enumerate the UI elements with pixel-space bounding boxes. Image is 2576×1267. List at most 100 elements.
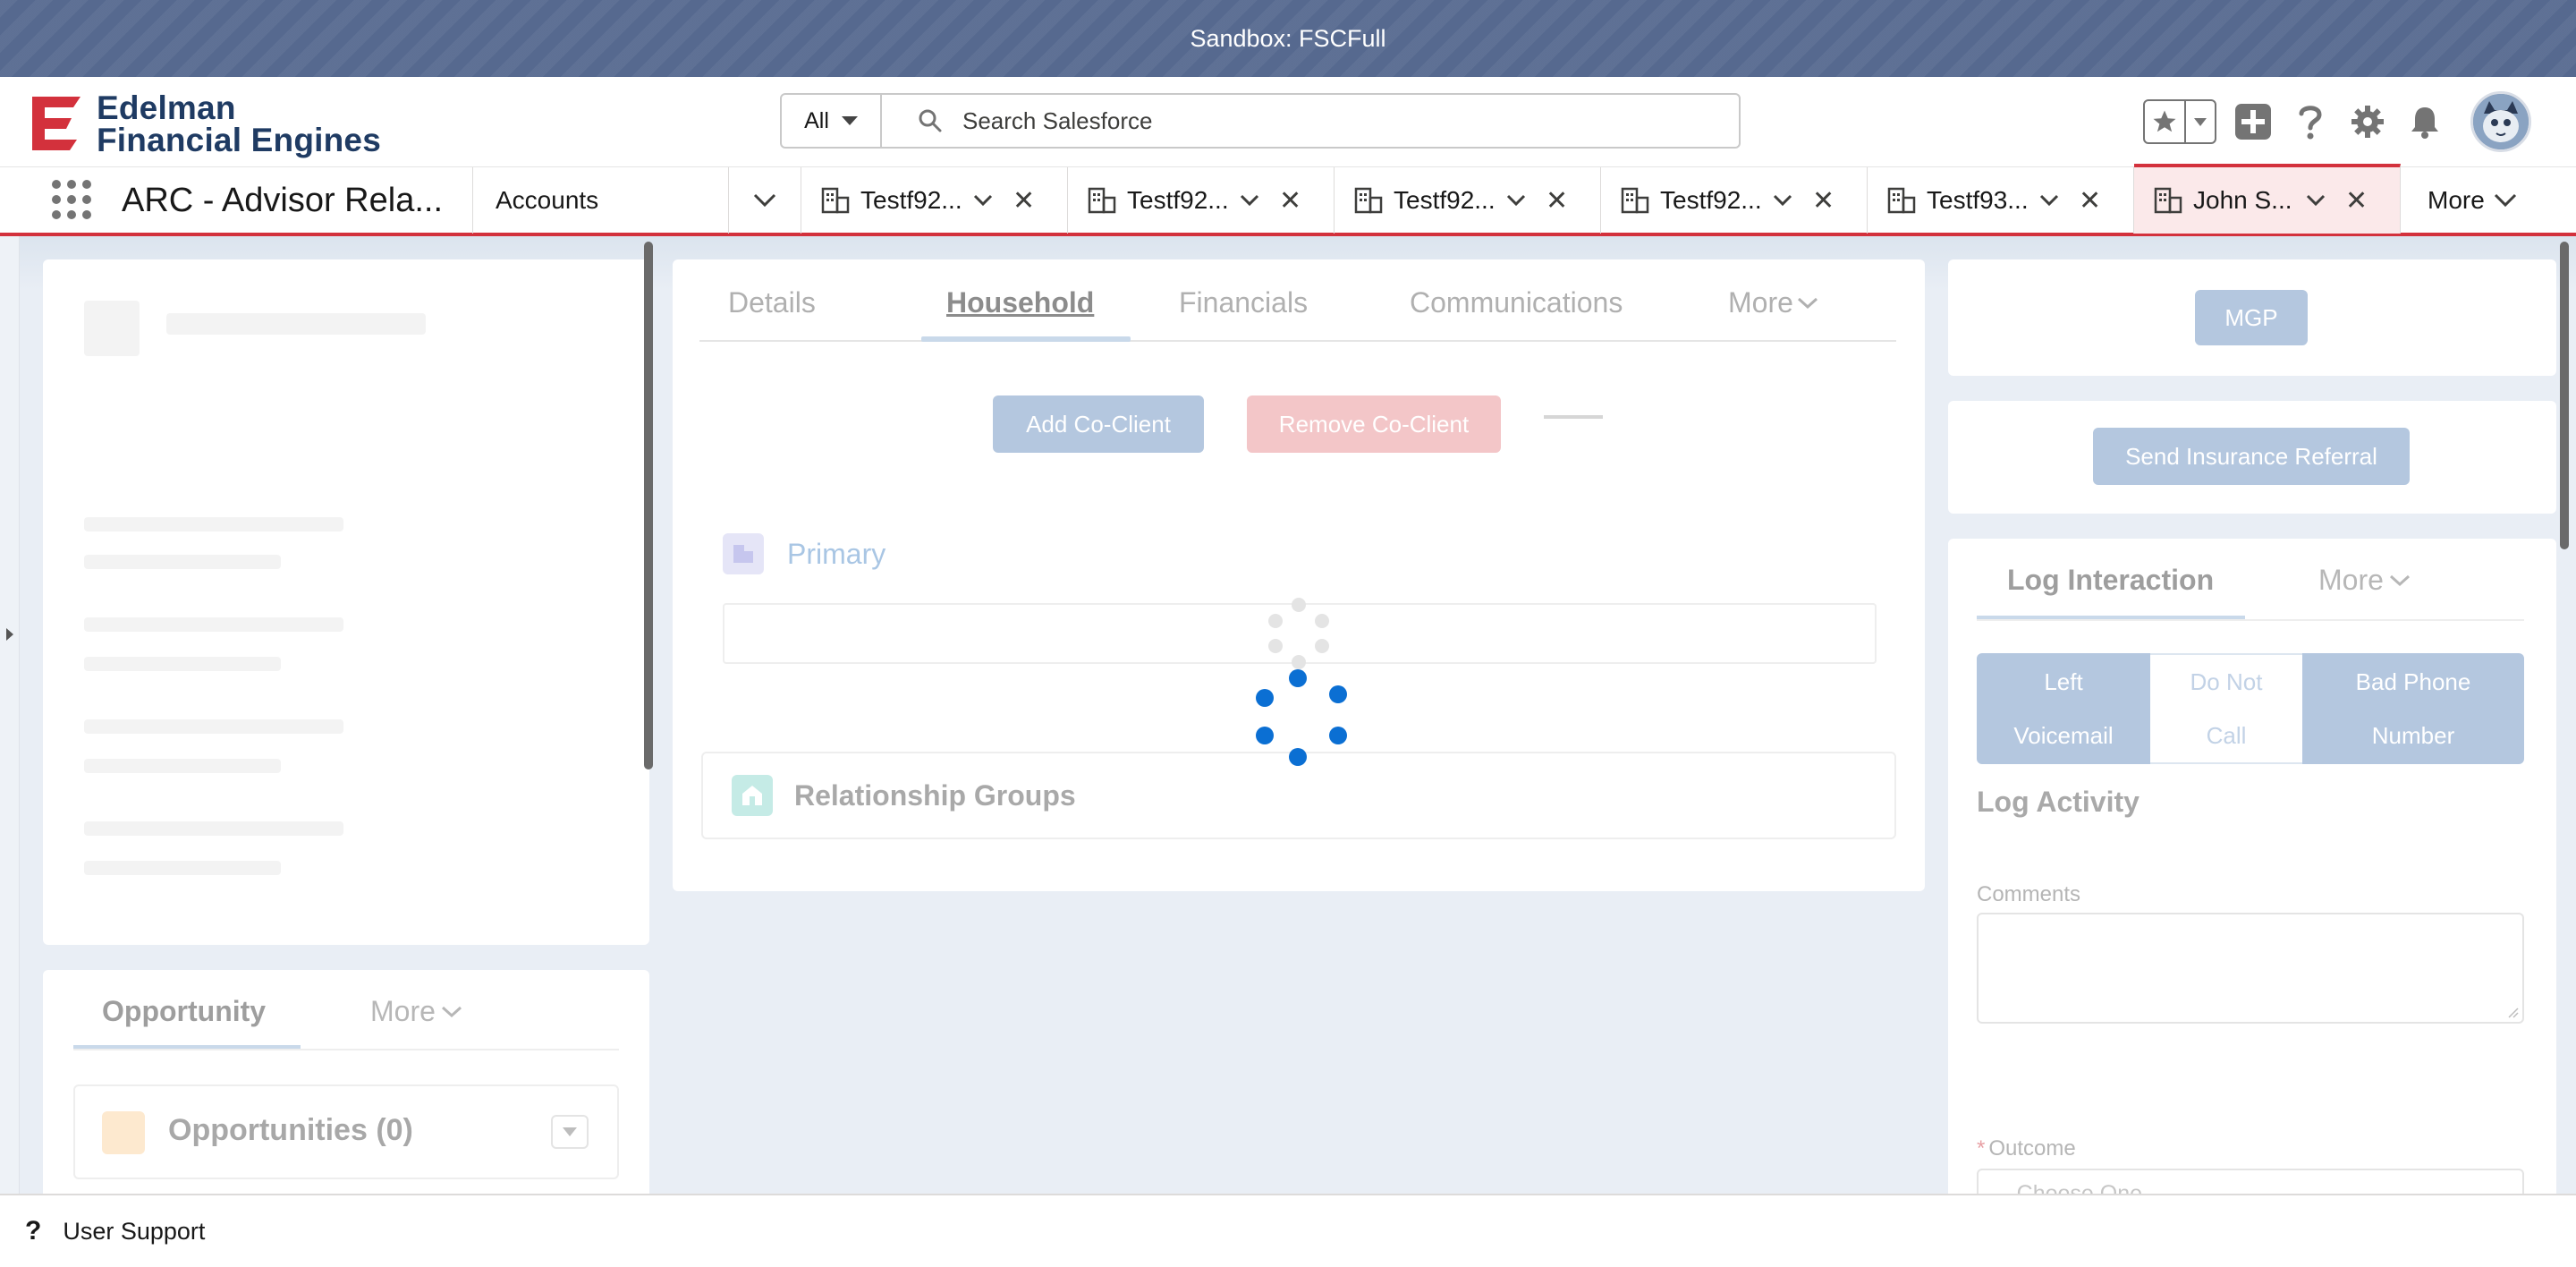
tab-communications[interactable]: Communications bbox=[1410, 286, 1623, 319]
skeleton-line bbox=[84, 861, 281, 875]
expand-arrow-icon[interactable] bbox=[6, 628, 13, 641]
user-support-link[interactable]: User Support bbox=[63, 1218, 205, 1246]
remove-co-client-button[interactable]: Remove Co-Client bbox=[1247, 395, 1501, 453]
help-icon[interactable]: ? bbox=[25, 1216, 41, 1246]
chevron-down-icon bbox=[753, 193, 775, 208]
help-icon[interactable] bbox=[2290, 101, 2331, 142]
close-icon[interactable]: ✕ bbox=[1812, 185, 1835, 217]
chevron-down-icon[interactable] bbox=[2039, 194, 2059, 207]
tab-household[interactable]: Household bbox=[946, 286, 1094, 319]
left-rail[interactable] bbox=[0, 236, 20, 1194]
primary-label: Primary bbox=[787, 537, 886, 570]
close-icon[interactable]: ✕ bbox=[1013, 185, 1035, 217]
bad-phone-number-line1: Bad Phone bbox=[2355, 668, 2471, 695]
record-tabs: Details Household Financials Communicati… bbox=[699, 270, 1896, 342]
resize-handle-icon[interactable] bbox=[2506, 1006, 2519, 1018]
workspace-tab-active[interactable]: John S... ✕ bbox=[2134, 164, 2401, 234]
add-co-client-button[interactable]: Add Co-Client bbox=[993, 395, 1204, 453]
relationship-groups-label: Relationship Groups bbox=[794, 778, 1076, 812]
chevron-down-icon[interactable] bbox=[1506, 194, 1526, 207]
placeholder-dash bbox=[1544, 415, 1603, 419]
nav-item-accounts-label: Accounts bbox=[496, 186, 599, 214]
tab-more[interactable]: More bbox=[1728, 286, 1818, 319]
comments-field[interactable] bbox=[1977, 913, 2524, 1024]
chevron-down-icon[interactable] bbox=[1240, 194, 1259, 207]
do-not-call-button[interactable]: Do Not Call bbox=[2150, 653, 2302, 764]
favorites-list-icon[interactable] bbox=[2186, 116, 2215, 127]
log-activity-heading: Log Activity bbox=[1977, 786, 2140, 818]
workspace-tab-label: Testf92... bbox=[860, 186, 962, 214]
workspace-tab-label: Testf92... bbox=[1394, 186, 1496, 214]
skeleton-line bbox=[84, 517, 343, 531]
log-interaction-card: Log Interaction More Left Voicemail Do N… bbox=[1948, 539, 2556, 1194]
left-scrollbar[interactable] bbox=[644, 242, 653, 770]
tab-more-label: More bbox=[2318, 564, 2384, 596]
tab-details[interactable]: Details bbox=[728, 286, 816, 319]
nav-accounts-dropdown[interactable] bbox=[728, 167, 801, 234]
notifications-bell-icon[interactable] bbox=[2404, 101, 2445, 142]
left-voicemail-button[interactable]: Left Voicemail bbox=[1977, 653, 2150, 764]
workspace-tab[interactable]: Testf93... ✕ bbox=[1868, 167, 2134, 234]
relationship-groups-icon bbox=[732, 775, 773, 816]
opportunities-related-list: Opportunities (0) bbox=[73, 1084, 619, 1179]
record-workspace: Opportunity More Opportunities (0) Detai… bbox=[0, 236, 2576, 1194]
outcome-label: Outcome bbox=[1988, 1136, 2076, 1161]
right-scrollbar[interactable] bbox=[2560, 242, 2569, 549]
tab-more[interactable]: More bbox=[370, 995, 462, 1028]
close-icon[interactable]: ✕ bbox=[1546, 185, 1568, 217]
tab-financials[interactable]: Financials bbox=[1179, 286, 1308, 319]
chevron-down-icon bbox=[1797, 297, 1818, 309]
opportunities-title[interactable]: Opportunities (0) bbox=[168, 1113, 413, 1148]
tab-log-interaction[interactable]: Log Interaction bbox=[2007, 564, 2214, 597]
navigation-bar: ARC - Advisor Rela... Accounts Testf92..… bbox=[0, 164, 2576, 236]
primary-section-title: Primary bbox=[723, 533, 886, 574]
search-scope-select[interactable]: All bbox=[782, 95, 882, 147]
close-icon[interactable]: ✕ bbox=[2345, 185, 2368, 217]
utility-bar: ? User Support bbox=[0, 1194, 2576, 1267]
favorites-star-icon[interactable] bbox=[2145, 101, 2186, 142]
chevron-down-icon[interactable] bbox=[2306, 194, 2326, 207]
global-search[interactable]: All Search Salesforce bbox=[780, 93, 1741, 149]
comments-label: Comments bbox=[1977, 882, 2081, 906]
chevron-down-icon[interactable] bbox=[973, 194, 993, 207]
divider bbox=[73, 1049, 619, 1050]
household-card: Details Household Financials Communicati… bbox=[673, 259, 1925, 891]
workspace-tab[interactable]: Testf92... ✕ bbox=[1335, 167, 1601, 234]
tab-opportunity[interactable]: Opportunity bbox=[102, 995, 266, 1028]
account-icon bbox=[2154, 187, 2182, 214]
nav-item-accounts[interactable]: Accounts bbox=[496, 167, 728, 234]
workspace-tab[interactable]: Testf92... ✕ bbox=[1068, 167, 1335, 234]
close-icon[interactable]: ✕ bbox=[1279, 185, 1301, 217]
workspace-tab-label: Testf92... bbox=[1127, 186, 1229, 214]
global-actions-add-icon[interactable] bbox=[2233, 101, 2274, 142]
setup-gear-icon[interactable] bbox=[2347, 101, 2388, 142]
favorites-button[interactable] bbox=[2143, 99, 2216, 144]
search-input[interactable]: Search Salesforce bbox=[962, 107, 1152, 135]
skeleton-line bbox=[84, 657, 281, 671]
account-icon bbox=[1088, 187, 1116, 214]
tab-more[interactable]: More bbox=[2318, 564, 2411, 597]
app-launcher-icon[interactable] bbox=[52, 180, 91, 219]
mgp-button[interactable]: MGP bbox=[2195, 290, 2308, 345]
bad-phone-number-button[interactable]: Bad Phone Number bbox=[2302, 653, 2524, 764]
opportunity-icon bbox=[102, 1111, 145, 1154]
workspace-tab-label: Testf93... bbox=[1927, 186, 2029, 214]
outcome-select[interactable]: --Choose One-- bbox=[1977, 1169, 2524, 1194]
close-icon[interactable]: ✕ bbox=[2079, 185, 2101, 217]
company-logo[interactable]: Edelman Financial Engines bbox=[27, 86, 402, 158]
nav-more-button[interactable]: More bbox=[2428, 167, 2517, 234]
mgp-card: MGP bbox=[1948, 259, 2556, 376]
insurance-referral-card: Send Insurance Referral bbox=[1948, 401, 2556, 514]
workspace-tab[interactable]: Testf92... ✕ bbox=[801, 167, 1068, 234]
relationship-groups-title[interactable]: Relationship Groups bbox=[732, 775, 1076, 816]
send-insurance-referral-button[interactable]: Send Insurance Referral bbox=[2093, 428, 2410, 485]
outcome-label-wrap: * Outcome bbox=[1977, 1136, 2076, 1161]
skeleton-line bbox=[166, 313, 426, 335]
chevron-down-icon[interactable] bbox=[1773, 194, 1792, 207]
related-list-menu-button[interactable] bbox=[551, 1115, 589, 1149]
logo-text-line2: Financial Engines bbox=[97, 122, 381, 158]
workspace-tab[interactable]: Testf92... ✕ bbox=[1601, 167, 1868, 234]
left-voicemail-line1: Left bbox=[2044, 668, 2083, 695]
user-avatar[interactable] bbox=[2470, 91, 2531, 152]
skeleton-line bbox=[84, 719, 343, 734]
